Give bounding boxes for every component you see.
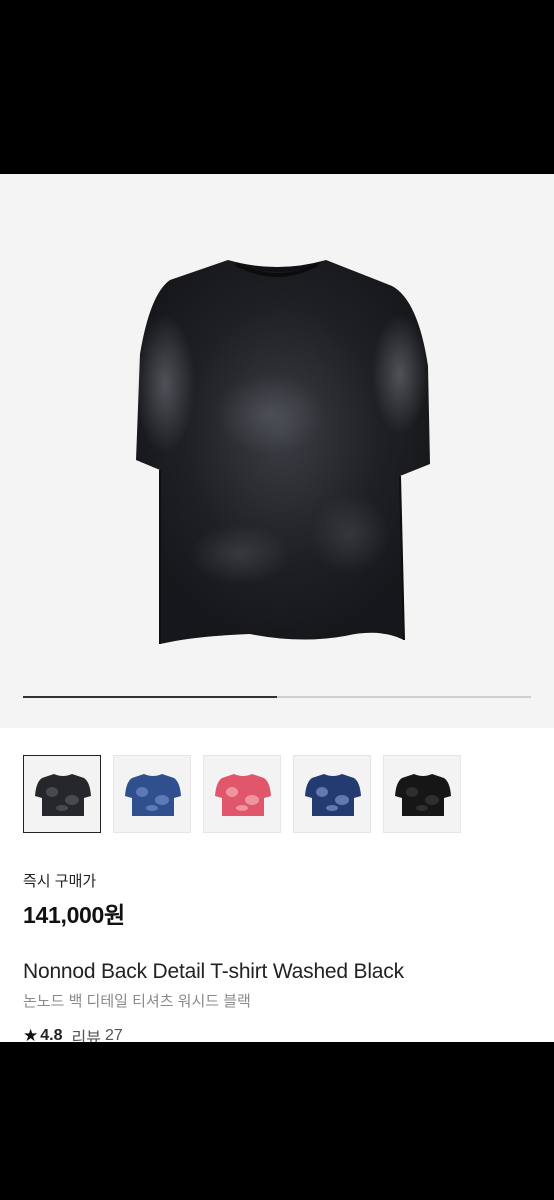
rating-value: 4.8 (40, 1027, 63, 1042)
gallery-progress-fill (23, 696, 277, 698)
thumbnail-strip (23, 755, 543, 833)
tshirt-thumbnail-icon (215, 774, 271, 816)
thumb-blue-washed[interactable] (113, 755, 191, 833)
star-icon: ★ (23, 1026, 39, 1042)
bottom-area (0, 1042, 554, 1200)
thumb-black-solid[interactable] (383, 755, 461, 833)
rating-row[interactable]: ★ 4.8 리뷰 27 (23, 1024, 123, 1042)
tshirt-thumbnail-icon (125, 774, 181, 816)
status-bar-area (0, 0, 554, 174)
tshirt-thumbnail-icon (395, 774, 451, 816)
thumb-black-washed[interactable] (23, 755, 101, 833)
thumb-pink-washed[interactable] (203, 755, 281, 833)
product-name-ko: 논노드 백 디테일 티셔츠 워시드 블랙 (23, 993, 251, 1010)
price: 141,000원 (23, 902, 125, 928)
review-label: 리뷰 (71, 1030, 101, 1042)
product-info: 즉시 구매가 141,000원 Nonnod Back Detail T-shi… (0, 728, 554, 1042)
product-main-image[interactable] (0, 174, 554, 728)
thumb-navy-washed[interactable] (293, 755, 371, 833)
tshirt-image (135, 260, 430, 644)
price-label: 즉시 구매가 (23, 873, 97, 890)
gallery-progress-bar (23, 696, 531, 698)
tshirt-thumbnail-icon (35, 774, 91, 816)
review-count: 27 (104, 1027, 123, 1042)
tshirt-thumbnail-icon (305, 774, 361, 816)
product-name-en: Nonnod Back Detail T-shirt Washed Black (23, 960, 404, 983)
